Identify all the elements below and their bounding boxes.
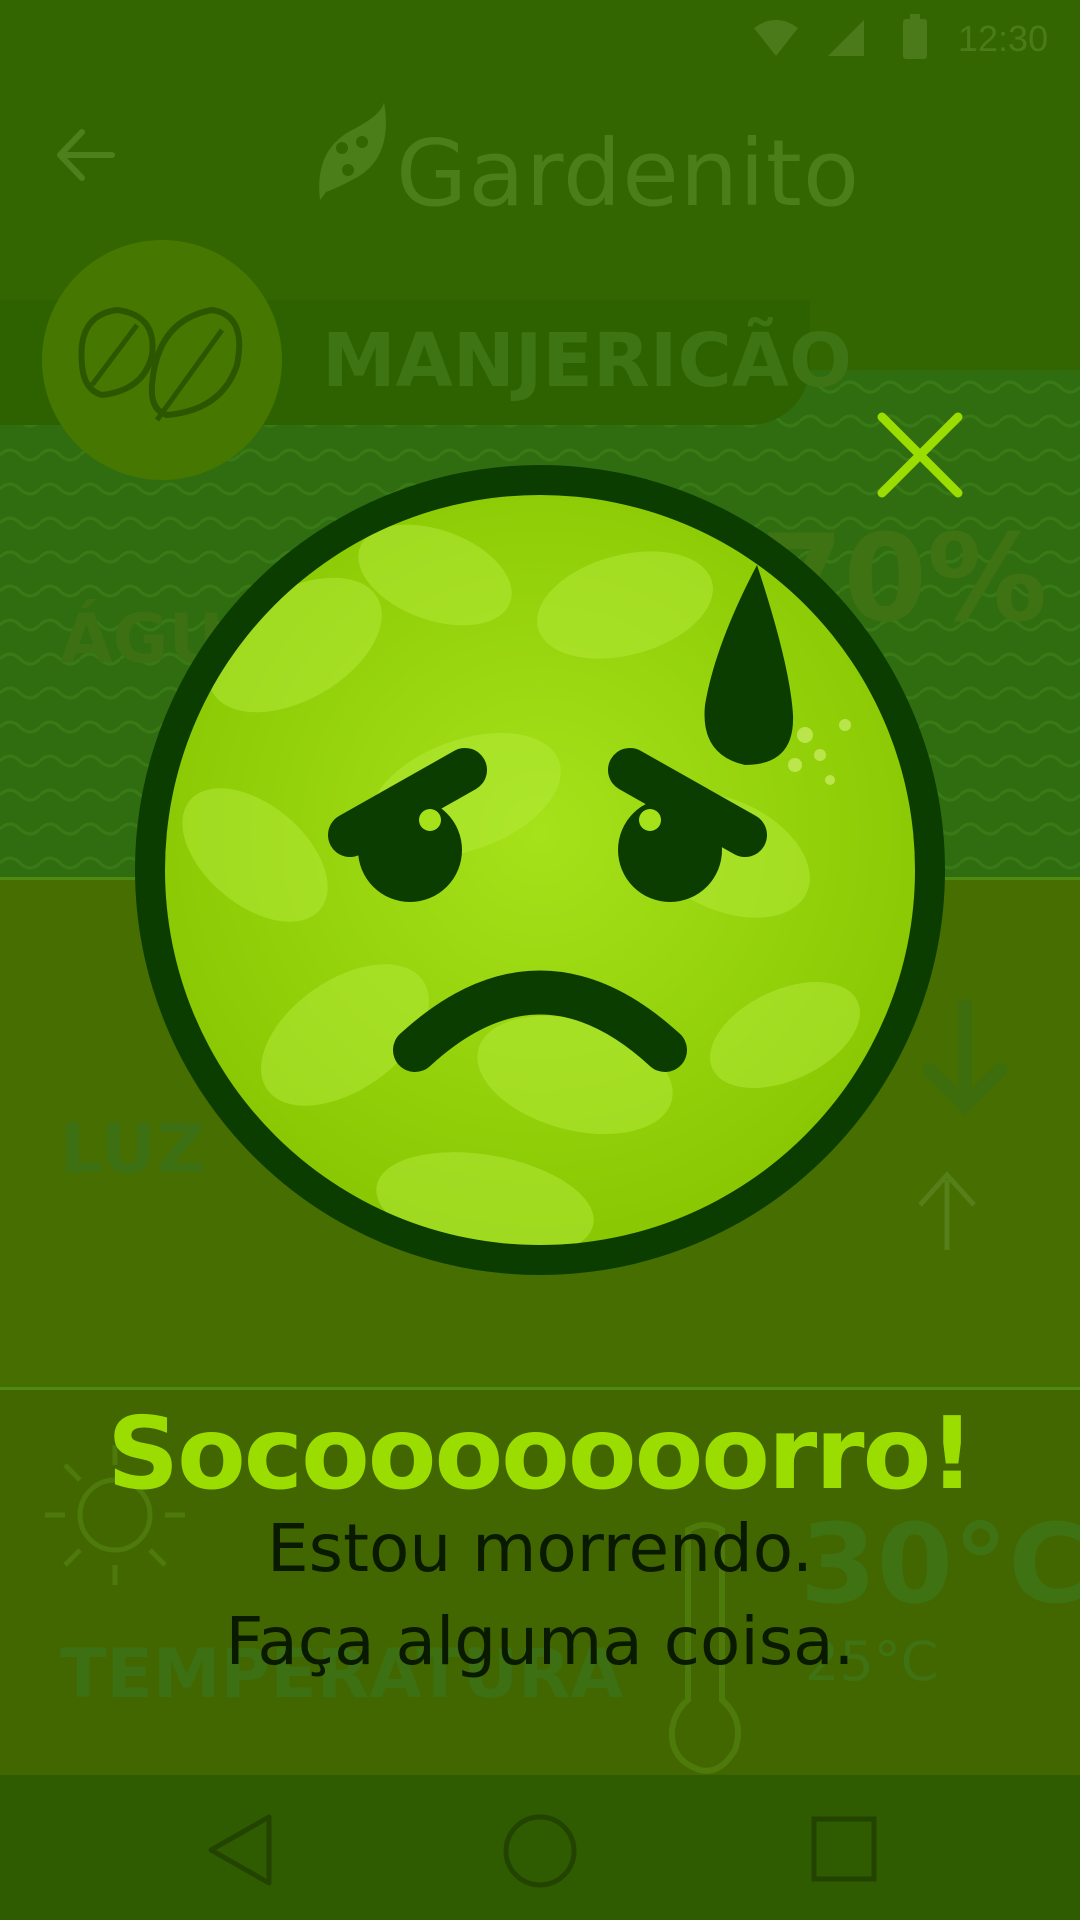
- dialog-title: Socooooooorro!: [107, 1395, 975, 1512]
- right-eye: [618, 798, 722, 902]
- dialog-message-line2: Faça alguma coisa.: [225, 1603, 855, 1680]
- nav-recent-icon[interactable]: [810, 1815, 878, 1883]
- status-time: 12:30: [958, 18, 1049, 59]
- nav-home-icon[interactable]: [502, 1813, 578, 1889]
- plant-name: MANJERICÃO: [322, 318, 852, 404]
- dialog-message-line1: Estou morrendo.: [266, 1510, 813, 1587]
- gardenito-logo-icon: [319, 102, 386, 200]
- signal-icon: [828, 20, 864, 56]
- back-arrow-icon[interactable]: [50, 120, 120, 190]
- sad-emoji-illustration: [135, 465, 945, 1275]
- battery-icon: [903, 14, 927, 59]
- basil-leaves-icon: [78, 306, 243, 422]
- status-bar: 12:30: [0, 0, 1080, 80]
- navigation-bar: [0, 1775, 1080, 1920]
- wifi-icon: [754, 20, 798, 56]
- nav-back-icon[interactable]: [205, 1813, 275, 1888]
- app-title: Gardenito: [396, 120, 861, 227]
- left-eye: [358, 798, 462, 902]
